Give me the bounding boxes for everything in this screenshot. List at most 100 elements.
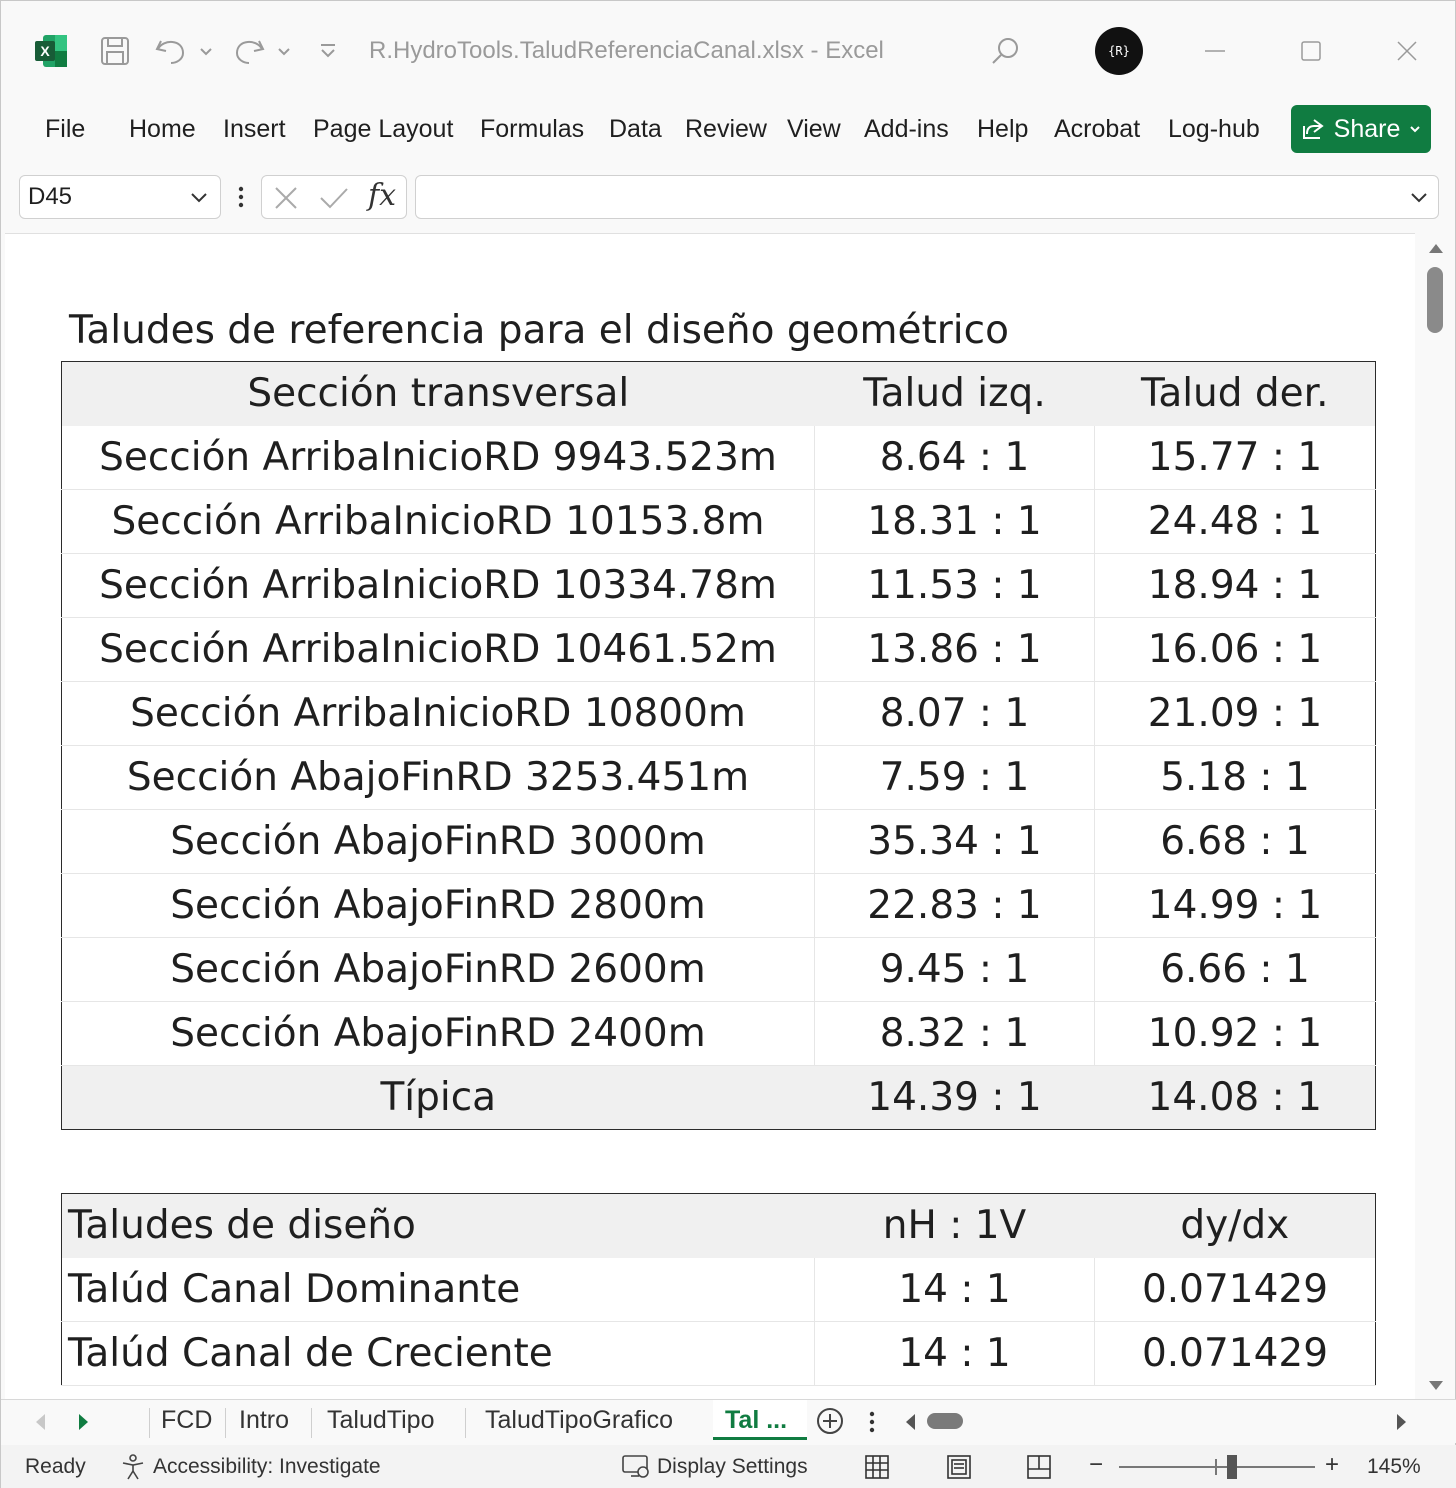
dydx-cell[interactable]: 0.071429 [1094, 1321, 1376, 1386]
right-slope-cell[interactable]: 5.18 : 1 [1094, 745, 1376, 810]
sheet-tab-intro[interactable]: Intro [239, 1406, 289, 1435]
section-cell[interactable]: Sección AbajoFinRD 3253.451m [61, 745, 815, 810]
display-settings-icon[interactable] [621, 1454, 651, 1480]
sheet-tab-taludtipografico[interactable]: TaludTipoGrafico [485, 1406, 673, 1435]
tab-home[interactable]: Home [129, 115, 196, 144]
right-slope-cell[interactable]: 6.66 : 1 [1094, 937, 1376, 1002]
sheet-tab-taludtipo[interactable]: TaludTipo [327, 1406, 434, 1435]
tab-insert[interactable]: Insert [223, 115, 286, 144]
sheet-tab-fcd[interactable]: FCD [161, 1406, 212, 1435]
chevron-down-icon[interactable] [188, 186, 210, 208]
right-slope-cell[interactable]: 18.94 : 1 [1094, 553, 1376, 618]
vertical-scroll-thumb[interactable] [1427, 267, 1443, 333]
horizontal-scroll-thumb[interactable] [927, 1413, 963, 1429]
zoom-slider[interactable] [1119, 1466, 1315, 1468]
left-slope-cell[interactable]: 22.83 : 1 [814, 873, 1095, 938]
right-slope-cell[interactable]: 16.06 : 1 [1094, 617, 1376, 682]
header-cell[interactable]: Talud izq. [814, 361, 1095, 426]
scroll-down-icon[interactable] [1427, 1379, 1445, 1393]
typical-left-slope-cell[interactable]: 14.39 : 1 [814, 1065, 1095, 1130]
section-cell[interactable]: Sección ArribaInicioRD 10153.8m [61, 489, 815, 554]
section-cell[interactable]: Sección ArribaInicioRD 9943.523m [61, 425, 815, 490]
tab-help[interactable]: Help [977, 115, 1028, 144]
section-cell[interactable]: Sección AbajoFinRD 2600m [61, 937, 815, 1002]
ratio-cell[interactable]: 14 : 1 [814, 1257, 1095, 1322]
display-settings-label[interactable]: Display Settings [657, 1455, 808, 1479]
right-slope-cell[interactable]: 21.09 : 1 [1094, 681, 1376, 746]
left-slope-cell[interactable]: 8.07 : 1 [814, 681, 1095, 746]
section-cell[interactable]: Sección AbajoFinRD 2400m [61, 1001, 815, 1066]
left-slope-cell[interactable]: 35.34 : 1 [814, 809, 1095, 874]
page-layout-view-icon[interactable] [945, 1453, 973, 1481]
search-icon[interactable] [985, 33, 1025, 69]
maximize-icon[interactable] [1291, 31, 1331, 71]
close-icon[interactable] [1387, 31, 1427, 71]
left-slope-cell[interactable]: 11.53 : 1 [814, 553, 1095, 618]
undo-icon[interactable] [153, 33, 213, 69]
page-break-view-icon[interactable] [1025, 1453, 1053, 1481]
tab-acrobat[interactable]: Acrobat [1054, 115, 1140, 144]
name-box[interactable]: D45 [19, 175, 221, 219]
tab-page-layout[interactable]: Page Layout [313, 115, 453, 144]
redo-icon[interactable] [233, 33, 293, 69]
header-cell[interactable]: Taludes de diseño [61, 1193, 815, 1258]
worksheet[interactable]: Taludes de referencia para el diseño geo… [5, 233, 1415, 1399]
zoom-slider-thumb[interactable] [1227, 1455, 1237, 1479]
header-cell[interactable]: nH : 1V [814, 1193, 1095, 1258]
zoom-level[interactable]: 145% [1367, 1455, 1421, 1479]
prev-sheet-icon[interactable] [33, 1412, 47, 1432]
avatar[interactable]: {R} [1095, 27, 1143, 75]
design-label-cell[interactable]: Talúd Canal de Creciente [61, 1321, 815, 1386]
ratio-cell[interactable]: 14 : 1 [814, 1321, 1095, 1386]
more-options-icon[interactable] [235, 183, 247, 215]
design-label-cell[interactable]: Talúd Canal Dominante [61, 1257, 815, 1322]
left-slope-cell[interactable]: 13.86 : 1 [814, 617, 1095, 682]
section-cell[interactable]: Sección AbajoFinRD 3000m [61, 809, 815, 874]
right-slope-cell[interactable]: 24.48 : 1 [1094, 489, 1376, 554]
zoom-in-icon[interactable]: + [1325, 1451, 1339, 1479]
scroll-right-icon[interactable] [1395, 1412, 1409, 1432]
right-slope-cell[interactable]: 10.92 : 1 [1094, 1001, 1376, 1066]
left-slope-cell[interactable]: 9.45 : 1 [814, 937, 1095, 1002]
right-slope-cell[interactable]: 14.99 : 1 [1094, 873, 1376, 938]
section-cell[interactable]: Sección ArribaInicioRD 10461.52m [61, 617, 815, 682]
section-cell[interactable]: Sección ArribaInicioRD 10800m [61, 681, 815, 746]
sheet-options-icon[interactable] [867, 1408, 877, 1436]
right-slope-cell[interactable]: 15.77 : 1 [1094, 425, 1376, 490]
customize-toolbar-icon[interactable] [315, 33, 341, 69]
scroll-up-icon[interactable] [1427, 241, 1445, 255]
left-slope-cell[interactable]: 8.64 : 1 [814, 425, 1095, 490]
right-slope-cell[interactable]: 6.68 : 1 [1094, 809, 1376, 874]
vertical-scrollbar[interactable] [1417, 233, 1455, 1399]
tab-add-ins[interactable]: Add-ins [864, 115, 949, 144]
normal-view-icon[interactable] [863, 1453, 891, 1481]
tab-formulas[interactable]: Formulas [480, 115, 584, 144]
enter-icon[interactable] [318, 184, 350, 212]
zoom-out-icon[interactable]: − [1089, 1451, 1103, 1479]
add-sheet-icon[interactable] [815, 1406, 845, 1436]
section-cell[interactable]: Sección AbajoFinRD 2800m [61, 873, 815, 938]
sheet-tab-active[interactable]: Tal ... [713, 1400, 807, 1440]
tab-data[interactable]: Data [609, 115, 662, 144]
cancel-icon[interactable] [272, 184, 300, 212]
accessibility-icon[interactable] [119, 1453, 147, 1481]
left-slope-cell[interactable]: 18.31 : 1 [814, 489, 1095, 554]
dydx-cell[interactable]: 0.071429 [1094, 1257, 1376, 1322]
next-sheet-icon[interactable] [77, 1412, 91, 1432]
header-cell[interactable]: dy/dx [1094, 1193, 1376, 1258]
left-slope-cell[interactable]: 8.32 : 1 [814, 1001, 1095, 1066]
share-button[interactable]: Share [1291, 105, 1431, 153]
formula-input[interactable] [415, 175, 1439, 219]
tab-log-hub[interactable]: Log-hub [1168, 115, 1260, 144]
scroll-left-icon[interactable] [903, 1412, 917, 1432]
minimize-icon[interactable] [1195, 31, 1235, 71]
typical-right-slope-cell[interactable]: 14.08 : 1 [1094, 1065, 1376, 1130]
typical-label-cell[interactable]: Típica [61, 1065, 815, 1130]
expand-formula-icon[interactable] [1408, 186, 1430, 208]
insert-function-icon[interactable]: fx [368, 178, 396, 213]
header-cell[interactable]: Sección transversal [61, 361, 815, 426]
accessibility-status[interactable]: Accessibility: Investigate [153, 1455, 381, 1479]
section-cell[interactable]: Sección ArribaInicioRD 10334.78m [61, 553, 815, 618]
tab-review[interactable]: Review [685, 115, 767, 144]
tab-view[interactable]: View [787, 115, 841, 144]
